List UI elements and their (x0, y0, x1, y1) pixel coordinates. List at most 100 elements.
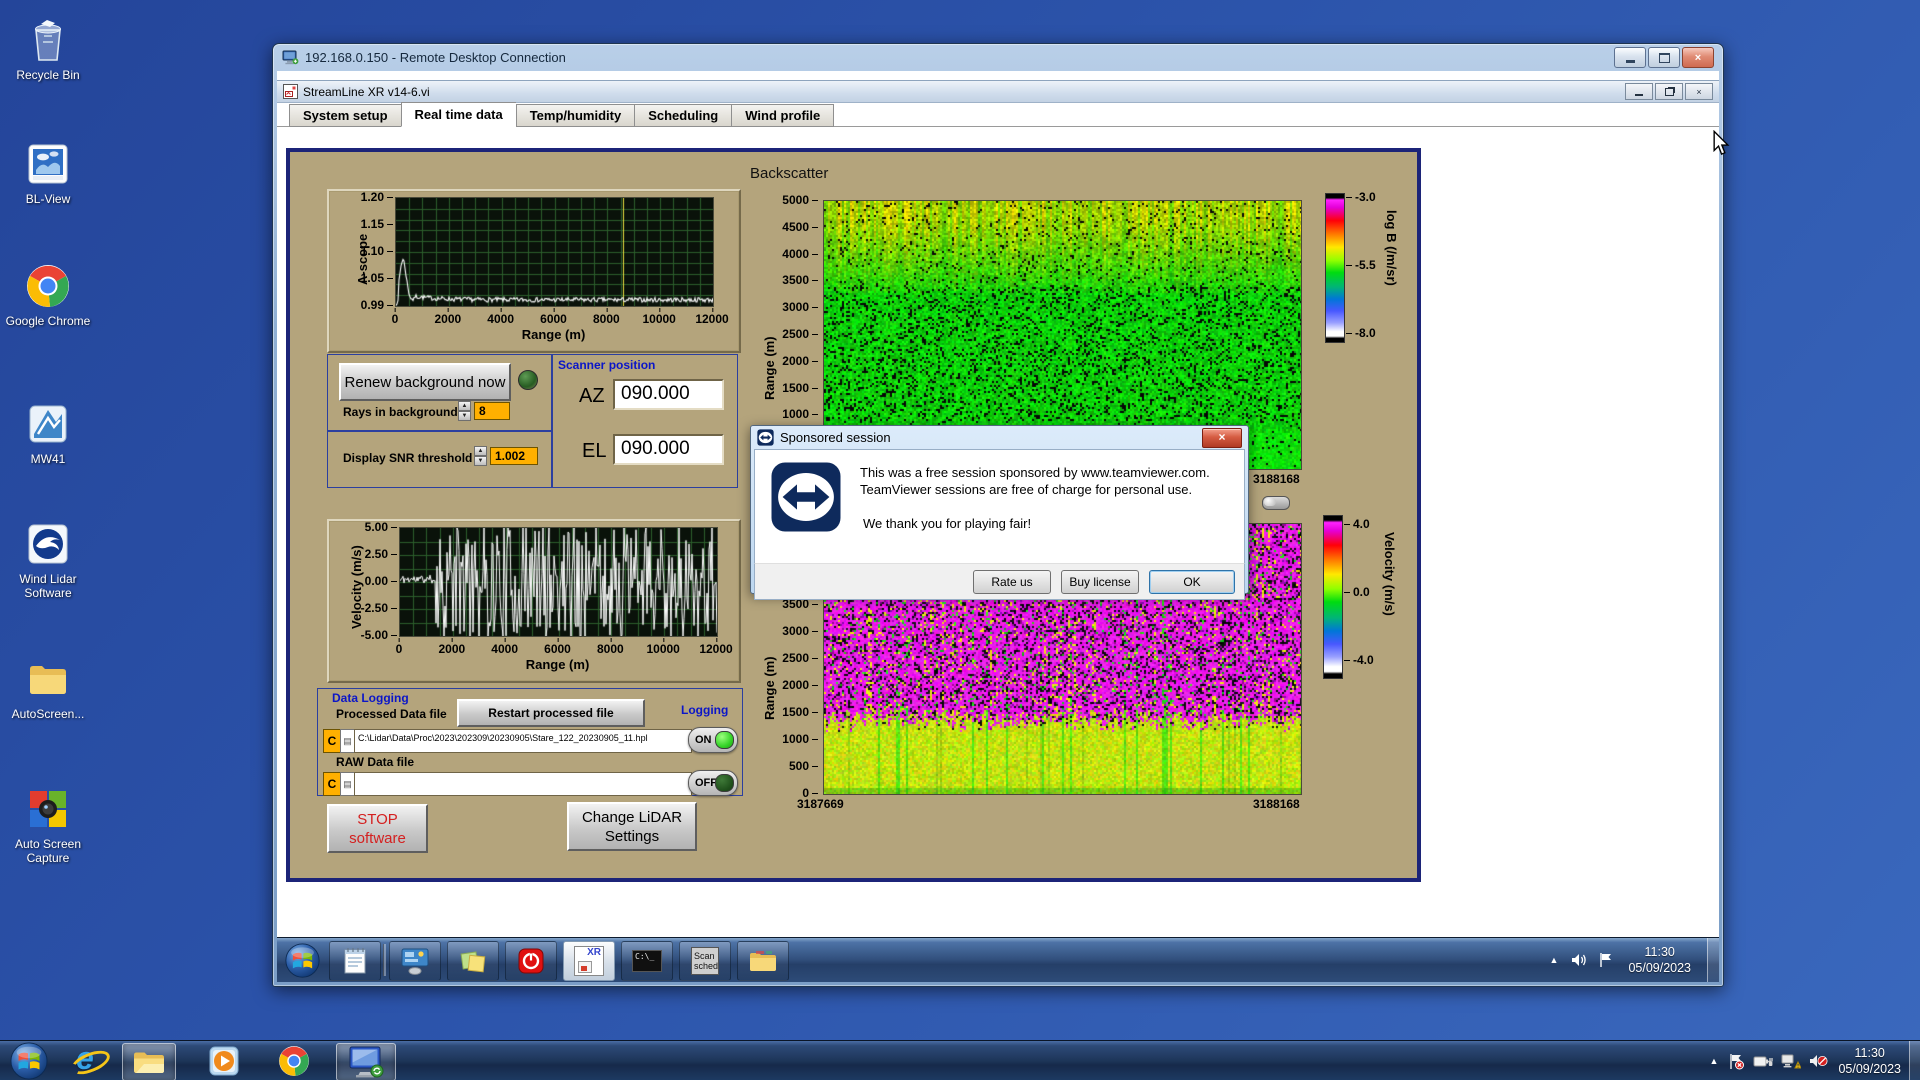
teamviewer-icon (757, 429, 774, 446)
remote-taskbar-shutdown[interactable] (505, 941, 557, 981)
dialog-close-icon[interactable]: × (1202, 428, 1242, 448)
remote-show-desktop-button[interactable] (1707, 938, 1719, 982)
speaker-muted-icon[interactable] (1809, 1053, 1828, 1069)
maximize-button[interactable] (1648, 47, 1680, 68)
renew-background-button[interactable]: Renew background now (339, 363, 511, 401)
tick-label: 4000 (782, 247, 818, 261)
velocity-plot-area[interactable] (399, 527, 718, 637)
desktop-icon-label: BL-View (2, 192, 94, 206)
tick-label: 1.05 (361, 271, 393, 285)
ok-button[interactable]: OK (1149, 570, 1235, 594)
rdp-window-controls: × (1612, 47, 1714, 68)
tick-label: 4000 (491, 642, 518, 656)
flag-icon[interactable] (1598, 952, 1614, 968)
remote-clock[interactable]: 11:30 05/09/2023 (1628, 944, 1691, 976)
tick-label: 1.20 (361, 190, 393, 204)
remote-taskbar-streamline-xr[interactable]: XR (563, 941, 615, 981)
remote-taskbar-display-settings[interactable] (389, 941, 441, 981)
tick-label: 0.00 (365, 574, 397, 588)
app-minimize-button[interactable] (1625, 83, 1653, 100)
tray-expand-icon[interactable]: ▲ (1710, 1056, 1719, 1066)
tab-scheduling[interactable]: Scheduling (634, 104, 731, 127)
path-type-icon: ▤ (340, 772, 355, 796)
recycle-bin-icon (24, 16, 72, 64)
notepad-icon (342, 947, 368, 975)
host-taskbar-remote-desktop[interactable] (336, 1043, 396, 1080)
remote-taskbar-scan-scheduler[interactable]: Scansched (679, 941, 731, 981)
processed-path-field[interactable]: C:\Lidar\Data\Proc\2023\202309\20230905\… (354, 729, 692, 753)
velocity-xticks: 020004000600080001000012000 (399, 639, 716, 655)
sponsored-session-dialog: Sponsored session × This was a free sess… (750, 425, 1249, 594)
desktop-icon-recycle-bin[interactable]: Recycle Bin (2, 16, 94, 82)
processed-logging-toggle-on[interactable]: ON (688, 727, 738, 753)
change-lidar-settings-button[interactable]: Change LiDARSettings (567, 802, 697, 851)
tick-label: 1500 (782, 381, 818, 395)
host-clock[interactable]: 11:30 05/09/2023 (1838, 1045, 1901, 1077)
folder-icon (24, 655, 72, 703)
chrome-icon (277, 1044, 311, 1078)
tick-label: 0.99 (361, 298, 393, 312)
el-value-field[interactable]: 090.000 (613, 434, 724, 465)
tick-label: 8000 (593, 312, 620, 326)
desktop-icon-auto-screen-capture[interactable]: Auto Screen Capture (2, 785, 94, 865)
snr-spinner[interactable]: ▲▼ (474, 446, 487, 466)
snr-value-field[interactable]: 1.002 (490, 447, 538, 465)
command-prompt-icon: C:\_ (632, 950, 662, 972)
app-title-bar[interactable]: StreamLine XR v14-6.vi × (277, 80, 1719, 103)
buy-license-button[interactable]: Buy license (1061, 570, 1139, 594)
power-battery-icon[interactable] (1753, 1053, 1773, 1069)
rdp-title-bar[interactable]: 192.168.0.150 - Remote Desktop Connectio… (273, 44, 1723, 71)
tab-system-setup[interactable]: System setup (289, 104, 401, 127)
host-taskbar-windows-explorer[interactable] (122, 1043, 176, 1080)
tab-temp-humidity[interactable]: Temp/humidity (516, 104, 634, 127)
power-icon (517, 947, 545, 975)
remote-taskbar-sticky-notes[interactable] (447, 941, 499, 981)
velocity-yticks: 5.002.500.00-2.50-5.00 (335, 527, 397, 635)
tray-expand-icon[interactable]: ▲ (1550, 955, 1559, 965)
stop-software-button[interactable]: STOPsoftware (327, 804, 428, 853)
host-show-desktop-button[interactable] (1909, 1041, 1920, 1080)
app-restore-button[interactable] (1655, 83, 1683, 100)
host-taskbar-internet-explorer[interactable]: e (62, 1043, 114, 1079)
az-label: AZ (579, 385, 605, 408)
app-close-button[interactable]: × (1685, 83, 1713, 100)
hidden-mini-toggle[interactable] (1262, 496, 1290, 510)
host-start-button[interactable] (6, 1043, 52, 1079)
remote-taskbar-folder[interactable] (737, 941, 789, 981)
desktop-icon-wind-lidar[interactable]: Wind Lidar Software (2, 520, 94, 600)
network-warning-icon[interactable] (1781, 1053, 1801, 1070)
restart-processed-file-button[interactable]: Restart processed file (457, 699, 645, 727)
remote-taskbar-notepad[interactable] (329, 941, 381, 981)
sticky-notes-icon (459, 947, 487, 975)
az-value-field[interactable]: 090.000 (613, 379, 724, 410)
ascope-plot-area[interactable] (395, 197, 714, 307)
path-type-icon: ▤ (340, 729, 355, 753)
host-taskbar-media-player[interactable] (198, 1043, 250, 1079)
raw-logging-toggle-off[interactable]: OFF (688, 770, 738, 796)
rays-spinner[interactable]: ▲▼ (458, 401, 471, 421)
host-taskbar-chrome[interactable] (268, 1043, 320, 1079)
desktop-icon-label: Recycle Bin (2, 68, 94, 82)
rate-us-button[interactable]: Rate us (973, 570, 1051, 594)
desktop-icon-mw41[interactable]: MW41 (2, 400, 94, 466)
mw41-icon (24, 400, 72, 448)
raw-path-field[interactable] (354, 772, 692, 796)
raw-drive-combo[interactable]: C (323, 772, 341, 796)
speaker-icon[interactable] (1570, 952, 1588, 968)
desktop-icon-google-chrome[interactable]: Google Chrome (2, 262, 94, 328)
tab-wind-profile[interactable]: Wind profile (731, 104, 834, 127)
desktop-icon-autoscreen-folder[interactable]: AutoScreen... (2, 655, 94, 721)
dialog-line3: We thank you for playing fair! (863, 515, 1210, 532)
tab-real-time-data[interactable]: Real time data (401, 102, 516, 127)
remote-taskbar-command-prompt[interactable]: C:\_ (621, 941, 673, 981)
action-center-flag-icon[interactable] (1728, 1053, 1745, 1070)
minimize-button[interactable] (1614, 47, 1646, 68)
processed-drive-combo[interactable]: C (323, 729, 341, 753)
desktop-icon-bl-view[interactable]: BL-View (2, 140, 94, 206)
remote-start-button[interactable] (281, 941, 323, 979)
tick-label: -5.5 (1346, 258, 1376, 272)
dialog-title-bar[interactable]: Sponsored session × (751, 426, 1248, 449)
tick-label: 4000 (487, 312, 514, 326)
rays-value-field[interactable]: 8 (474, 402, 510, 420)
close-button[interactable]: × (1682, 47, 1714, 68)
